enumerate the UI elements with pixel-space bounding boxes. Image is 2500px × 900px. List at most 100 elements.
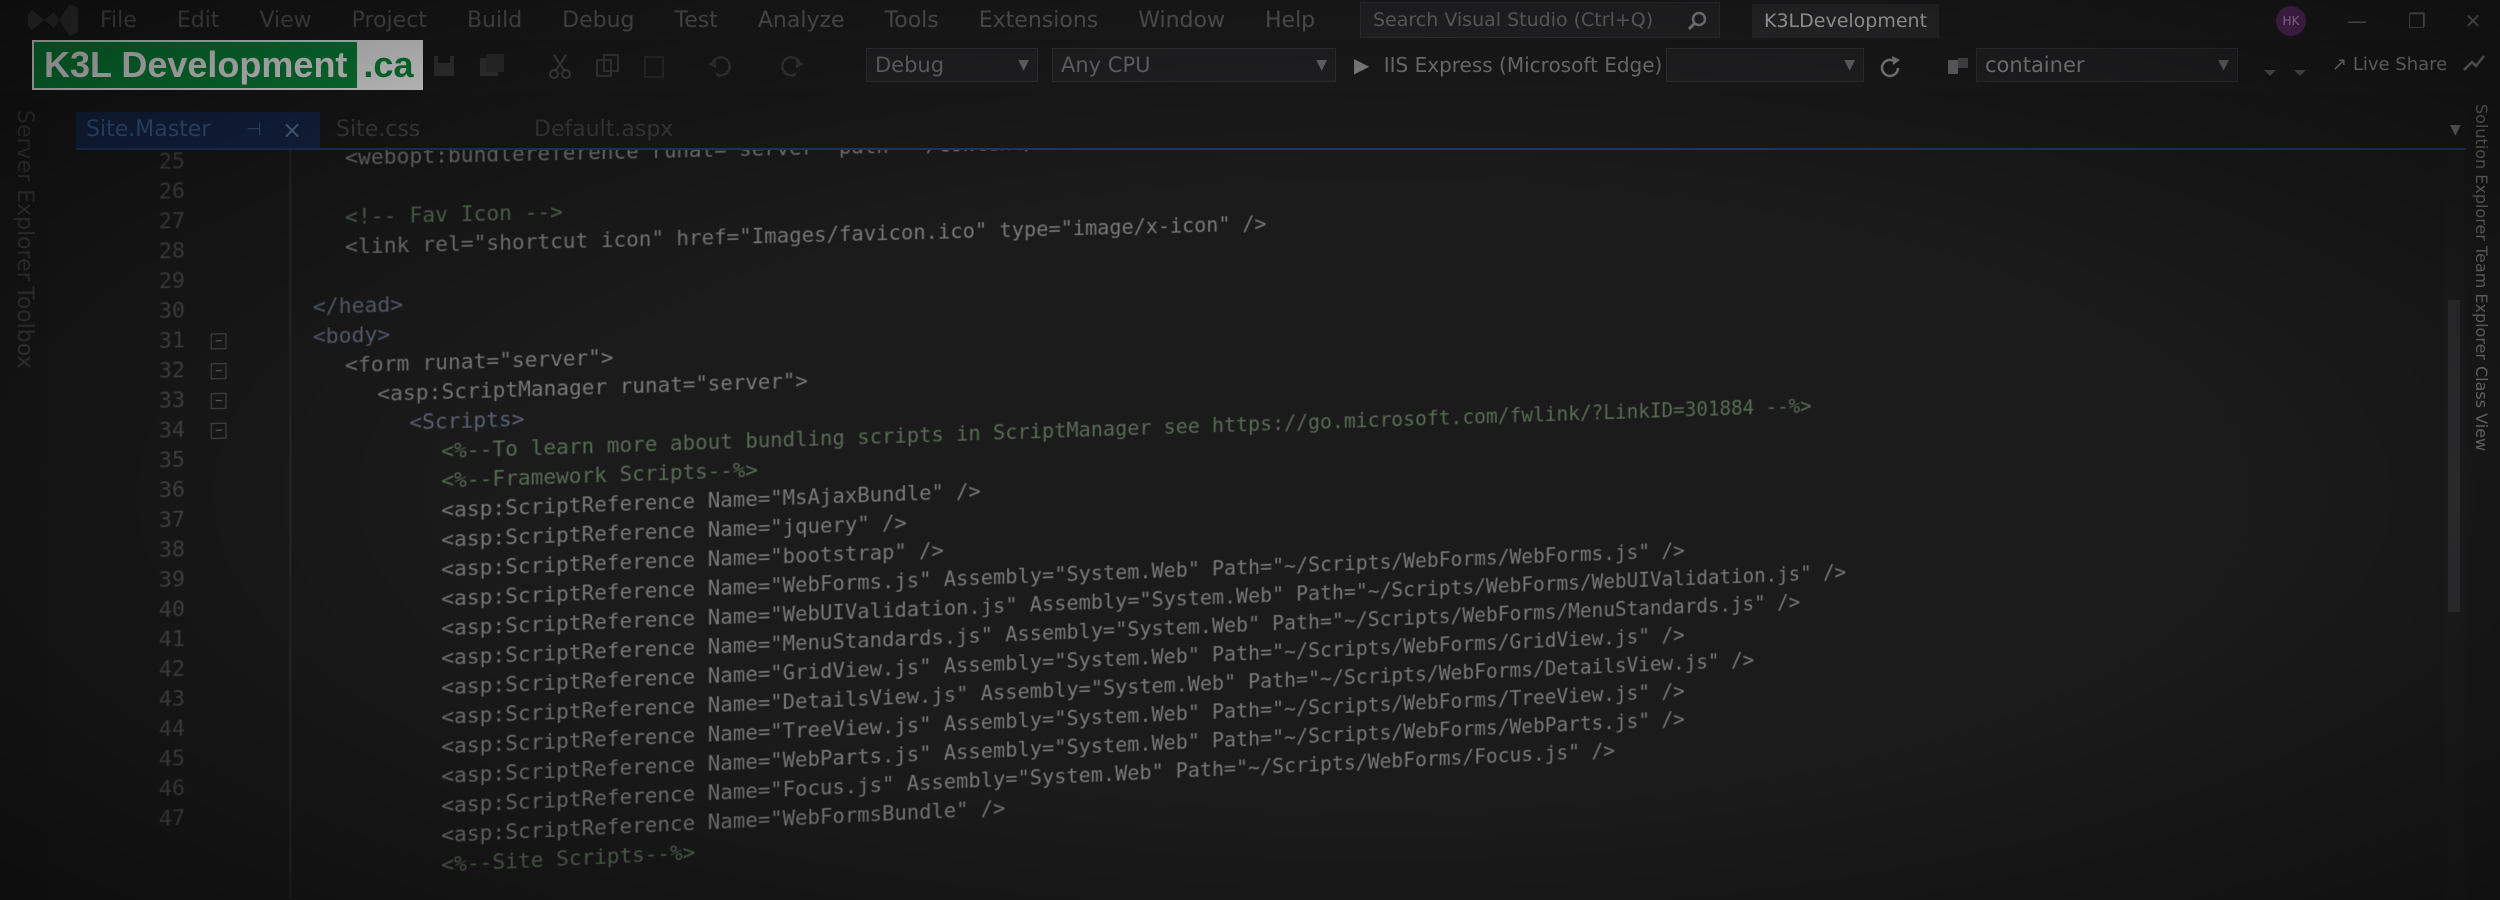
line-number: 39 — [158, 567, 186, 594]
menu-item-analyze[interactable]: Analyze — [758, 8, 845, 33]
collapse-icon[interactable]: − — [210, 333, 227, 350]
close-window-icon[interactable]: ✕ — [2460, 8, 2486, 34]
run-target-label: IIS Express (Microsoft Edge) — [1383, 53, 1663, 77]
save-icon[interactable] — [430, 52, 458, 80]
live-share-button[interactable]: ↗ Live Share — [2332, 50, 2447, 80]
user-avatar[interactable]: HK — [2276, 6, 2306, 36]
server-explorer-tab[interactable]: Server Explorer — [12, 110, 37, 281]
line-number: 28 — [158, 238, 186, 265]
configuration-value: Debug — [875, 53, 945, 77]
line-number: 34 — [158, 417, 186, 444]
document-tabs: Site.Master ⊣ × Site.css Default.aspx ▼ — [0, 112, 2461, 148]
line-number: 27 — [158, 208, 186, 235]
line-number: 43 — [158, 686, 186, 713]
solution-explorer-tab[interactable]: Solution Explorer — [2472, 104, 2491, 241]
tab-site-master[interactable]: Site.Master ⊣ × — [76, 112, 320, 148]
tab-overflow-icon[interactable]: ▼ — [2450, 112, 2461, 148]
line-number: 25 — [158, 150, 186, 175]
redo-icon[interactable] — [778, 52, 806, 80]
line-number: 38 — [158, 537, 186, 564]
search-box[interactable] — [1360, 2, 1720, 38]
line-number: 41 — [158, 626, 186, 653]
search-icon[interactable] — [1685, 9, 1709, 33]
menu-item-debug[interactable]: Debug — [562, 8, 634, 33]
pin-icon[interactable]: ⊣ — [246, 112, 262, 148]
line-number: 37 — [158, 507, 186, 534]
search-input[interactable] — [1371, 8, 1675, 32]
play-icon: ▶ — [1354, 53, 1370, 77]
navigation-target-value: container — [1985, 53, 2085, 77]
toolbox-tab[interactable]: Toolbox — [12, 286, 37, 369]
menu-item-view[interactable]: View — [259, 8, 311, 33]
line-number: 44 — [158, 716, 186, 743]
save-all-icon[interactable] — [478, 52, 506, 80]
vertical-scrollbar[interactable] — [2444, 150, 2464, 900]
menu-bar: File Edit View Project Build Debug Test Analyze… — [0, 0, 2500, 40]
chevron-down-icon: ▼ — [2218, 57, 2229, 73]
chevron-down-icon: ▼ — [1316, 57, 1327, 73]
refresh-icon[interactable] — [1876, 54, 1904, 82]
paste-icon[interactable] — [640, 52, 668, 80]
feedback-icon[interactable] — [2460, 50, 2488, 78]
code-text: <body> — [312, 322, 391, 350]
collapse-icon[interactable]: − — [210, 362, 227, 380]
visual-studio-logo-icon — [28, 4, 78, 36]
code-text: <Scripts> — [409, 407, 525, 436]
team-explorer-tab[interactable]: Team Explorer — [2472, 246, 2491, 360]
line-number: 30 — [158, 298, 186, 325]
restore-icon[interactable]: ❐ — [2404, 8, 2430, 34]
menu-item-extensions[interactable]: Extensions — [979, 8, 1098, 33]
collapse-icon[interactable]: − — [210, 392, 227, 410]
left-tool-rail: Server Explorer Toolbox — [0, 100, 48, 900]
line-number: 32 — [158, 358, 186, 384]
tab-label: Site.css — [336, 117, 421, 142]
move-down-icon[interactable] — [2286, 52, 2314, 80]
line-number: 40 — [158, 597, 186, 623]
right-tool-rail: Solution Explorer Team Explorer Class Vi… — [2468, 96, 2500, 900]
line-number: 33 — [158, 388, 186, 414]
chevron-down-icon: ▼ — [1844, 57, 1855, 73]
collapse-icon[interactable]: − — [210, 422, 227, 439]
menu-item-test[interactable]: Test — [675, 8, 718, 33]
platform-value: Any CPU — [1061, 53, 1151, 77]
share-icon: ↗ — [2332, 54, 2348, 75]
configuration-dropdown[interactable]: Debug ▼ — [866, 48, 1038, 82]
project-title: K3LDevelopment — [1752, 4, 1940, 38]
start-debugging-button[interactable]: ▶ IIS Express (Microsoft Edge) ▼ — [1354, 48, 1686, 82]
close-icon[interactable]: × — [282, 112, 302, 148]
line-number: 29 — [158, 268, 186, 295]
minimize-icon[interactable]: — — [2344, 8, 2370, 34]
menu-item-build[interactable]: Build — [467, 8, 522, 33]
class-view-tab[interactable]: Class View — [2472, 366, 2491, 451]
scrollbar-thumb[interactable] — [2448, 300, 2460, 612]
live-share-label: Live Share — [2352, 54, 2448, 75]
tab-label: Default.aspx — [534, 117, 674, 142]
navigation-target-dropdown[interactable]: container ▼ — [1976, 48, 2238, 82]
code-editor[interactable]: 25 <webopt:bundlereference runat="server"… — [56, 150, 2436, 900]
menu-item-window[interactable]: Window — [1138, 8, 1225, 33]
line-number: 36 — [158, 477, 186, 504]
menu-item-help[interactable]: Help — [1265, 8, 1315, 33]
menu-item-edit[interactable]: Edit — [177, 8, 220, 33]
line-number: 46 — [158, 776, 186, 803]
platform-dropdown[interactable]: Any CPU ▼ — [1052, 48, 1336, 82]
line-number: 31 — [158, 328, 186, 355]
copy-icon[interactable] — [594, 52, 622, 80]
cut-icon[interactable] — [546, 52, 574, 80]
undo-icon[interactable] — [706, 52, 734, 80]
line-number: 42 — [158, 656, 186, 683]
tab-site-css[interactable]: Site.css — [336, 112, 420, 148]
chevron-down-icon: ▼ — [1018, 57, 1029, 73]
line-number: 26 — [158, 179, 186, 205]
menu-items: File Edit View Project Build Debug Test Analyze… — [100, 0, 1355, 40]
navigation-icon — [1948, 58, 1968, 74]
menu-item-tools[interactable]: Tools — [885, 8, 939, 33]
menu-item-project[interactable]: Project — [352, 8, 427, 33]
tab-label: Site.Master — [86, 117, 211, 142]
line-number: 35 — [158, 447, 186, 474]
tab-default-aspx[interactable]: Default.aspx — [534, 112, 673, 148]
line-number: 45 — [158, 746, 186, 773]
move-up-icon[interactable] — [2256, 52, 2284, 80]
browser-dropdown[interactable]: ▼ — [1666, 48, 1864, 82]
menu-item-file[interactable]: File — [100, 8, 137, 33]
